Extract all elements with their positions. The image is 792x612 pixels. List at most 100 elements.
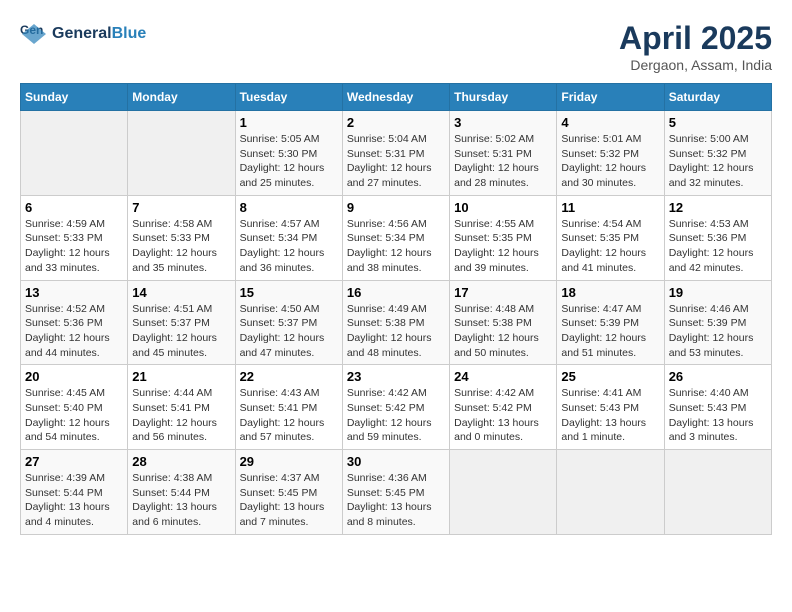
- day-info: Sunrise: 5:01 AMSunset: 5:32 PMDaylight:…: [561, 132, 659, 191]
- calendar-cell: 19 Sunrise: 4:46 AMSunset: 5:39 PMDayligh…: [664, 280, 771, 365]
- day-number: 12: [669, 200, 767, 215]
- day-info: Sunrise: 4:46 AMSunset: 5:39 PMDaylight:…: [669, 302, 767, 361]
- day-info: Sunrise: 5:05 AMSunset: 5:30 PMDaylight:…: [240, 132, 338, 191]
- day-number: 24: [454, 369, 552, 384]
- day-info: Sunrise: 4:50 AMSunset: 5:37 PMDaylight:…: [240, 302, 338, 361]
- day-number: 19: [669, 285, 767, 300]
- calendar-cell: 4 Sunrise: 5:01 AMSunset: 5:32 PMDaylight…: [557, 111, 664, 196]
- day-info: Sunrise: 4:52 AMSunset: 5:36 PMDaylight:…: [25, 302, 123, 361]
- day-info: Sunrise: 4:59 AMSunset: 5:33 PMDaylight:…: [25, 217, 123, 276]
- header-day: Monday: [128, 84, 235, 111]
- calendar-cell: 30Sunrise: 4:36 AMSunset: 5:45 PMDayligh…: [342, 450, 449, 535]
- calendar-week-row: 6 Sunrise: 4:59 AMSunset: 5:33 PMDaylight…: [21, 195, 772, 280]
- calendar-cell: [557, 450, 664, 535]
- day-info: Sunrise: 4:42 AMSunset: 5:42 PMDaylight:…: [347, 386, 445, 445]
- day-info: Sunrise: 4:43 AMSunset: 5:41 PMDaylight:…: [240, 386, 338, 445]
- header-row: SundayMondayTuesdayWednesdayThursdayFrid…: [21, 84, 772, 111]
- calendar-cell: 10 Sunrise: 4:55 AMSunset: 5:35 PMDayligh…: [450, 195, 557, 280]
- day-number: 22: [240, 369, 338, 384]
- day-number: 27: [25, 454, 123, 469]
- calendar-cell: 5 Sunrise: 5:00 AMSunset: 5:32 PMDaylight…: [664, 111, 771, 196]
- calendar-cell: 3Sunrise: 5:02 AMSunset: 5:31 PMDaylight…: [450, 111, 557, 196]
- day-number: 9: [347, 200, 445, 215]
- calendar-cell: 18Sunrise: 4:47 AMSunset: 5:39 PMDayligh…: [557, 280, 664, 365]
- day-number: 11: [561, 200, 659, 215]
- calendar-cell: [664, 450, 771, 535]
- logo-line2: Blue: [112, 25, 147, 42]
- day-info: Sunrise: 4:41 AMSunset: 5:43 PMDaylight:…: [561, 386, 659, 445]
- day-info: Sunrise: 4:38 AMSunset: 5:44 PMDaylight:…: [132, 471, 230, 530]
- logo-line1: General: [52, 25, 112, 42]
- day-info: Sunrise: 4:58 AMSunset: 5:33 PMDaylight:…: [132, 217, 230, 276]
- day-number: 28: [132, 454, 230, 469]
- calendar-cell: 15 Sunrise: 4:50 AMSunset: 5:37 PMDayligh…: [235, 280, 342, 365]
- calendar-cell: 16Sunrise: 4:49 AMSunset: 5:38 PMDayligh…: [342, 280, 449, 365]
- day-number: 5: [669, 115, 767, 130]
- day-number: 25: [561, 369, 659, 384]
- day-number: 20: [25, 369, 123, 384]
- calendar-cell: 14Sunrise: 4:51 AMSunset: 5:37 PMDayligh…: [128, 280, 235, 365]
- calendar-cell: 11 Sunrise: 4:54 AMSunset: 5:35 PMDayligh…: [557, 195, 664, 280]
- day-info: Sunrise: 4:36 AMSunset: 5:45 PMDaylight:…: [347, 471, 445, 530]
- calendar-week-row: 27 Sunrise: 4:39 AMSunset: 5:44 PMDayligh…: [21, 450, 772, 535]
- day-number: 2: [347, 115, 445, 130]
- page-header: Gen GeneralBlue April 2025 Dergaon, Assa…: [20, 20, 772, 73]
- month-title: April 2025: [619, 20, 772, 57]
- calendar-cell: 20 Sunrise: 4:45 AMSunset: 5:40 PMDayligh…: [21, 365, 128, 450]
- day-info: Sunrise: 5:04 AMSunset: 5:31 PMDaylight:…: [347, 132, 445, 191]
- calendar-cell: 6 Sunrise: 4:59 AMSunset: 5:33 PMDaylight…: [21, 195, 128, 280]
- calendar-cell: 24 Sunrise: 4:42 AMSunset: 5:42 PMDayligh…: [450, 365, 557, 450]
- day-info: Sunrise: 4:51 AMSunset: 5:37 PMDaylight:…: [132, 302, 230, 361]
- calendar-cell: [450, 450, 557, 535]
- day-info: Sunrise: 4:54 AMSunset: 5:35 PMDaylight:…: [561, 217, 659, 276]
- day-number: 4: [561, 115, 659, 130]
- calendar-table: SundayMondayTuesdayWednesdayThursdayFrid…: [20, 83, 772, 535]
- day-number: 29: [240, 454, 338, 469]
- calendar-cell: 2 Sunrise: 5:04 AMSunset: 5:31 PMDaylight…: [342, 111, 449, 196]
- day-info: Sunrise: 4:47 AMSunset: 5:39 PMDaylight:…: [561, 302, 659, 361]
- day-info: Sunrise: 4:39 AMSunset: 5:44 PMDaylight:…: [25, 471, 123, 530]
- day-number: 26: [669, 369, 767, 384]
- calendar-week-row: 13Sunrise: 4:52 AMSunset: 5:36 PMDayligh…: [21, 280, 772, 365]
- calendar-week-row: 1 Sunrise: 5:05 AMSunset: 5:30 PMDaylight…: [21, 111, 772, 196]
- calendar-cell: 26Sunrise: 4:40 AMSunset: 5:43 PMDayligh…: [664, 365, 771, 450]
- day-info: Sunrise: 4:53 AMSunset: 5:36 PMDaylight:…: [669, 217, 767, 276]
- location: Dergaon, Assam, India: [619, 57, 772, 73]
- calendar-header: SundayMondayTuesdayWednesdayThursdayFrid…: [21, 84, 772, 111]
- day-info: Sunrise: 4:42 AMSunset: 5:42 PMDaylight:…: [454, 386, 552, 445]
- day-info: Sunrise: 4:55 AMSunset: 5:35 PMDaylight:…: [454, 217, 552, 276]
- header-day: Saturday: [664, 84, 771, 111]
- calendar-cell: 8Sunrise: 4:57 AMSunset: 5:34 PMDaylight…: [235, 195, 342, 280]
- calendar-cell: 17 Sunrise: 4:48 AMSunset: 5:38 PMDayligh…: [450, 280, 557, 365]
- calendar-cell: 21Sunrise: 4:44 AMSunset: 5:41 PMDayligh…: [128, 365, 235, 450]
- header-day: Tuesday: [235, 84, 342, 111]
- calendar-week-row: 20 Sunrise: 4:45 AMSunset: 5:40 PMDayligh…: [21, 365, 772, 450]
- header-day: Sunday: [21, 84, 128, 111]
- logo: Gen GeneralBlue: [20, 20, 146, 48]
- day-number: 16: [347, 285, 445, 300]
- day-number: 1: [240, 115, 338, 130]
- calendar-cell: 27 Sunrise: 4:39 AMSunset: 5:44 PMDayligh…: [21, 450, 128, 535]
- day-number: 6: [25, 200, 123, 215]
- day-info: Sunrise: 4:48 AMSunset: 5:38 PMDaylight:…: [454, 302, 552, 361]
- day-number: 15: [240, 285, 338, 300]
- day-info: Sunrise: 4:57 AMSunset: 5:34 PMDaylight:…: [240, 217, 338, 276]
- day-number: 10: [454, 200, 552, 215]
- calendar-cell: [21, 111, 128, 196]
- calendar-cell: 13Sunrise: 4:52 AMSunset: 5:36 PMDayligh…: [21, 280, 128, 365]
- title-block: April 2025 Dergaon, Assam, India: [619, 20, 772, 73]
- day-info: Sunrise: 5:00 AMSunset: 5:32 PMDaylight:…: [669, 132, 767, 191]
- calendar-cell: 29Sunrise: 4:37 AMSunset: 5:45 PMDayligh…: [235, 450, 342, 535]
- calendar-cell: 1 Sunrise: 5:05 AMSunset: 5:30 PMDaylight…: [235, 111, 342, 196]
- day-info: Sunrise: 4:44 AMSunset: 5:41 PMDaylight:…: [132, 386, 230, 445]
- calendar-body: 1 Sunrise: 5:05 AMSunset: 5:30 PMDaylight…: [21, 111, 772, 535]
- calendar-cell: 25 Sunrise: 4:41 AMSunset: 5:43 PMDayligh…: [557, 365, 664, 450]
- day-info: Sunrise: 5:02 AMSunset: 5:31 PMDaylight:…: [454, 132, 552, 191]
- calendar-cell: 9Sunrise: 4:56 AMSunset: 5:34 PMDaylight…: [342, 195, 449, 280]
- calendar-cell: 12 Sunrise: 4:53 AMSunset: 5:36 PMDayligh…: [664, 195, 771, 280]
- day-info: Sunrise: 4:45 AMSunset: 5:40 PMDaylight:…: [25, 386, 123, 445]
- day-number: 23: [347, 369, 445, 384]
- header-day: Thursday: [450, 84, 557, 111]
- day-number: 17: [454, 285, 552, 300]
- header-day: Friday: [557, 84, 664, 111]
